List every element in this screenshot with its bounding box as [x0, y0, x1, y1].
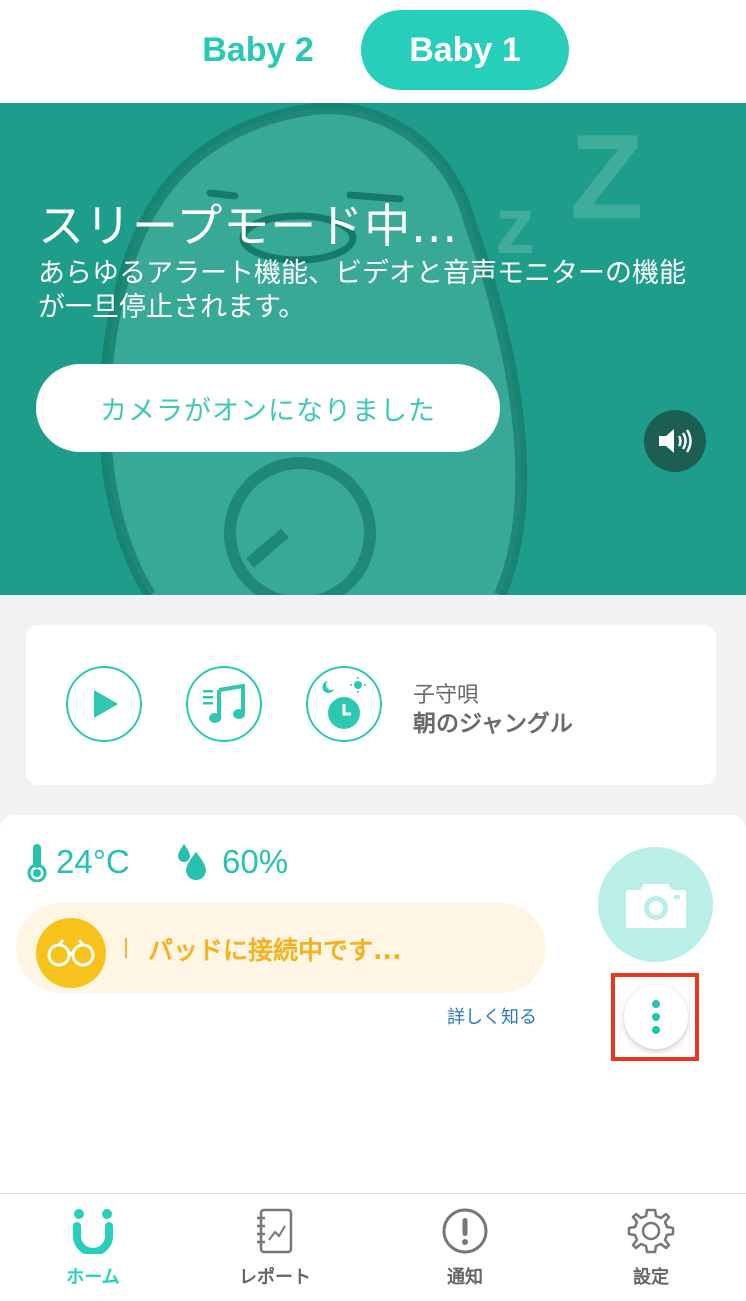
nav-report[interactable]: レポート: [182, 1193, 368, 1300]
sleep-mode-banner: z Z: [0, 103, 746, 595]
tab-baby-2[interactable]: Baby 2: [154, 10, 362, 90]
nav-settings[interactable]: 設定: [558, 1193, 744, 1300]
report-icon: [257, 1208, 293, 1254]
play-button[interactable]: [66, 666, 142, 742]
sleep-mode-title: スリープモード中...: [38, 199, 459, 253]
speaker-icon: [659, 429, 692, 453]
sleep-mode-description: あらゆるアラート機能、ビデオと音声モニターの機能が一旦停止されます。: [38, 258, 686, 323]
temperature-value: 24°C: [56, 843, 130, 880]
sleeping-mascot-illustration: z Z: [98, 103, 643, 595]
svg-text:Z: Z: [570, 110, 643, 244]
notification-icon: [442, 1208, 488, 1254]
nav-settings-label: 設定: [633, 1267, 669, 1288]
nav-notification-label: 通知: [447, 1267, 483, 1288]
highlight-box: [611, 973, 699, 1061]
nav-home-label: ホーム: [66, 1267, 120, 1288]
nav-notification[interactable]: 通知: [372, 1193, 558, 1300]
pad-status-icon: [36, 918, 106, 988]
sleep-timer-button[interactable]: [306, 666, 382, 742]
pad-status-divider: [125, 938, 127, 958]
lullaby-song-title[interactable]: 朝のジャングル: [413, 704, 573, 738]
playlist-button[interactable]: [186, 666, 262, 742]
snapshot-button[interactable]: [598, 847, 713, 962]
learn-more-link[interactable]: 詳しく知る: [447, 1003, 537, 1029]
play-icon: [94, 690, 118, 718]
pad-status-text: パッドに接続中です...: [148, 936, 402, 965]
timer-icon: [322, 677, 366, 729]
home-icon: [73, 1209, 113, 1254]
camera-on-button[interactable]: カメラがオンになりました: [36, 364, 500, 452]
humidity-icon: [178, 844, 206, 880]
settings-icon: [627, 1208, 675, 1254]
volume-button[interactable]: [644, 410, 706, 472]
tab-baby-1[interactable]: Baby 1: [361, 10, 569, 90]
camera-icon: [625, 883, 686, 928]
humidity-value: 60%: [222, 843, 289, 880]
glasses-icon: [47, 939, 95, 967]
nav-home[interactable]: ホーム: [0, 1193, 186, 1300]
nav-report-label: レポート: [239, 1267, 311, 1288]
music-list-icon: [203, 684, 245, 723]
thermometer-icon: [27, 844, 47, 882]
